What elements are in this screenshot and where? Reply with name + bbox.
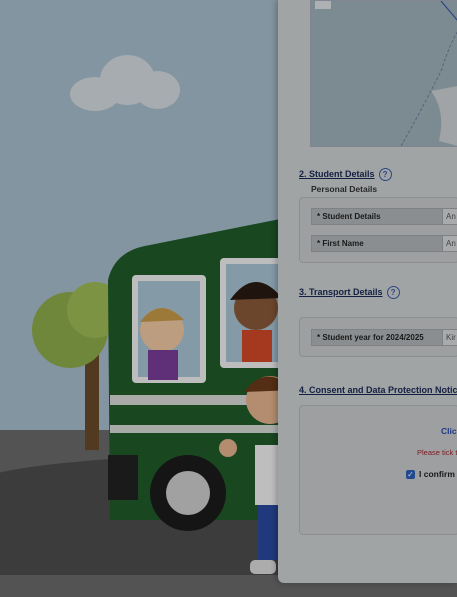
student-details-input[interactable]: An [442, 208, 457, 225]
student-year-label: * Student year for 2024/2025 [311, 329, 443, 346]
map-shapes [315, 0, 457, 147]
checkbox-icon[interactable]: ✓ [406, 470, 415, 479]
transport-details-section-title: 3. Transport Details? [299, 286, 400, 299]
student-details-label: * Student Details [311, 208, 443, 225]
personal-details-card [299, 197, 457, 263]
help-icon[interactable]: ? [386, 286, 400, 299]
help-icon[interactable]: ? [378, 168, 392, 181]
personal-details-subheading: Personal Details [311, 184, 378, 194]
consent-warning-text: Please tick t [417, 448, 457, 457]
student-details-section-title: 2. Student Details? [299, 168, 392, 181]
first-name-label: * First Name [311, 235, 443, 252]
consent-section-title: 4. Consent and Data Protection Notic [299, 385, 457, 395]
map-view[interactable] [310, 0, 457, 147]
consent-document-link[interactable]: Clic [441, 426, 457, 436]
confirm-checkbox-label[interactable]: I confirm [419, 469, 455, 479]
first-name-input[interactable]: An [442, 235, 457, 252]
student-year-select[interactable]: Kir [442, 329, 457, 346]
